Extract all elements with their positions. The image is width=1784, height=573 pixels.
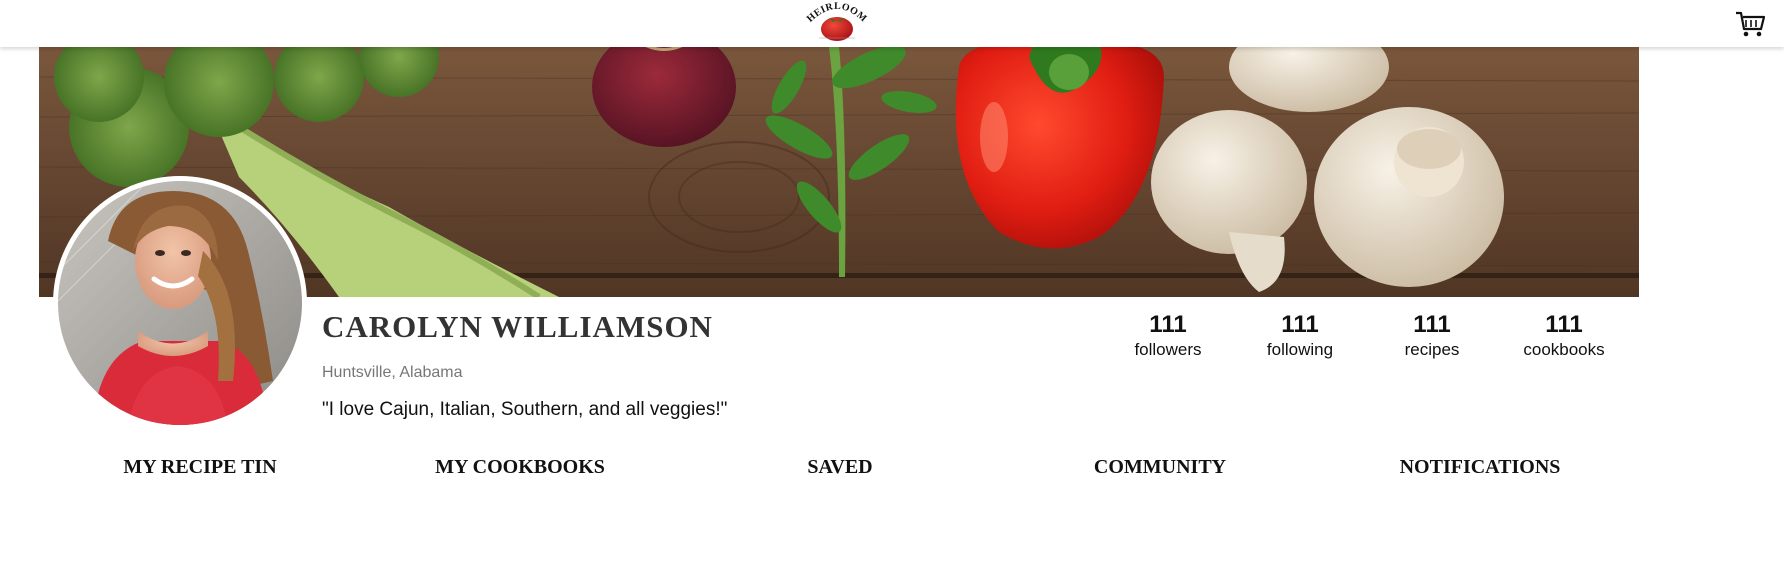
tab-my-cookbooks[interactable]: MY COOKBOOKS — [360, 456, 680, 479]
stat-value: 111 — [1413, 311, 1451, 338]
stat-followers[interactable]: 111 followers — [1102, 310, 1234, 360]
profile-stats: 111 followers 111 following 111 recipes … — [1102, 310, 1630, 360]
stat-label: cookbooks — [1523, 340, 1605, 359]
stat-cookbooks[interactable]: 111 cookbooks — [1498, 310, 1630, 360]
profile-bio: "I love Cajun, Italian, Southern, and al… — [322, 399, 728, 420]
stat-label: recipes — [1404, 340, 1460, 359]
tomato-icon: HEIRLOOM — [805, 1, 869, 41]
stat-recipes[interactable]: 111 recipes — [1366, 310, 1498, 360]
shopping-cart-icon[interactable] — [1734, 9, 1766, 39]
tab-notifications[interactable]: NOTIFICATIONS — [1320, 456, 1640, 479]
stat-value: 111 — [1149, 311, 1187, 338]
stat-label: followers — [1134, 340, 1202, 359]
avatar-photo[interactable] — [58, 181, 302, 425]
stat-value: 111 — [1545, 311, 1583, 338]
top-navbar: HEIRLOOM — [0, 0, 1784, 47]
stat-label: following — [1266, 340, 1334, 359]
profile-location: Huntsville, Alabama — [322, 364, 463, 381]
avatar-frame — [53, 176, 307, 430]
tab-community[interactable]: COMMUNITY — [1000, 456, 1320, 479]
tab-my-recipe-tin[interactable]: MY RECIPE TIN — [40, 456, 360, 479]
stat-value: 111 — [1281, 311, 1319, 338]
heirloom-logo[interactable]: HEIRLOOM — [805, 0, 869, 44]
profile-name: CAROLYN WILLIAMSON — [322, 309, 713, 344]
stat-following[interactable]: 111 following — [1234, 310, 1366, 360]
profile-tabs: MY RECIPE TIN MY COOKBOOKS SAVED COMMUNI… — [40, 456, 1640, 486]
tab-saved[interactable]: SAVED — [680, 456, 1000, 479]
